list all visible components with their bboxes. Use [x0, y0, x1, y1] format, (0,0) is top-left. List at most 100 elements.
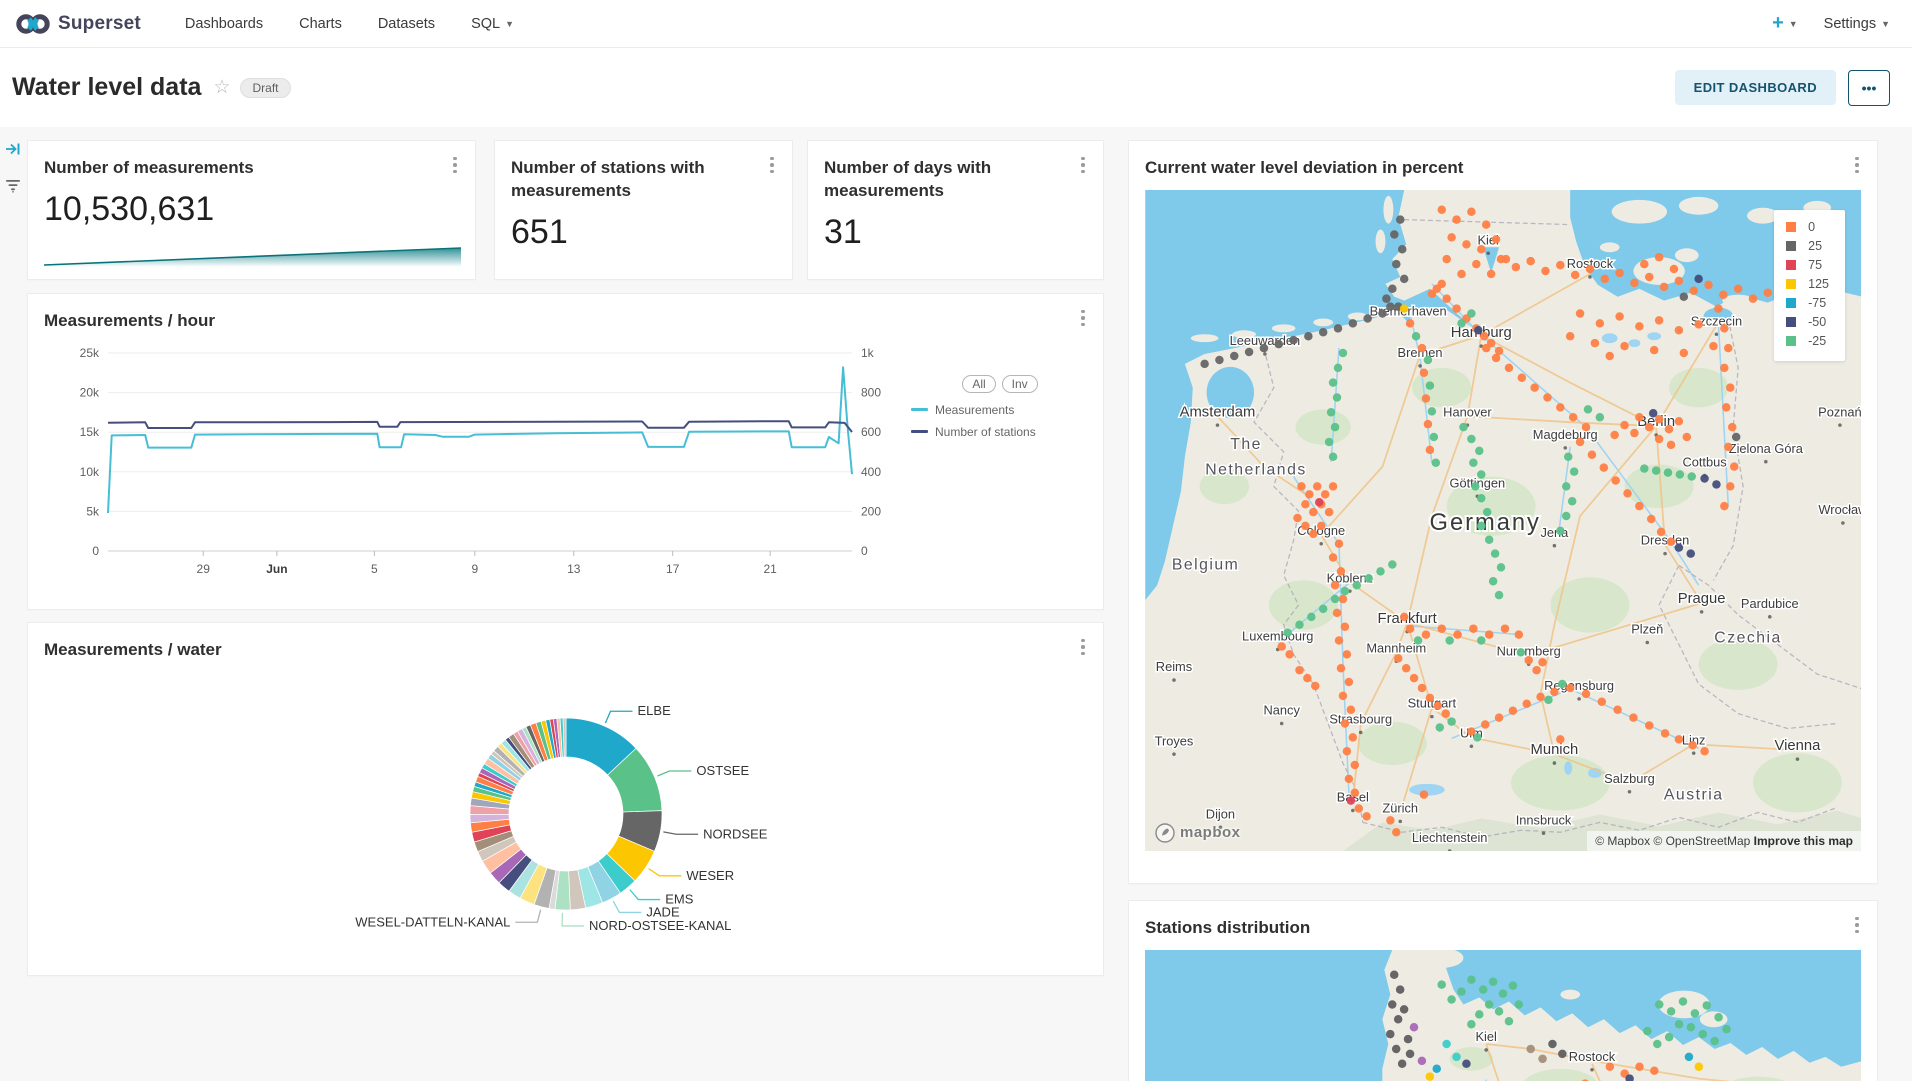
station-dot — [1734, 284, 1742, 292]
station-dot — [1378, 309, 1386, 317]
station-dot — [1343, 650, 1351, 658]
map-legend-entry[interactable]: -25 — [1786, 334, 1829, 348]
chevron-down-icon: ▼ — [1789, 19, 1798, 29]
legend-inv-button[interactable]: Inv — [1002, 375, 1038, 393]
legend-item[interactable]: Number of stations — [911, 425, 1089, 439]
station-dot — [1418, 344, 1426, 352]
station-dot — [1390, 230, 1398, 238]
y-axis-left-tick: 20k — [80, 386, 100, 400]
station-dot — [1475, 447, 1483, 455]
map-label: Rostock — [1569, 1049, 1616, 1064]
station-dot — [1728, 423, 1736, 431]
legend-item[interactable]: Measurements — [911, 403, 1089, 417]
kpi-value: 651 — [495, 213, 792, 252]
station-dot — [1334, 364, 1342, 372]
map-label: Vienna — [1775, 738, 1822, 754]
station-dot — [1652, 466, 1660, 474]
legend-all-button[interactable]: All — [962, 375, 995, 393]
map-legend-entry[interactable]: 25 — [1786, 239, 1829, 253]
station-dot — [1596, 319, 1604, 327]
station-dot — [1497, 255, 1505, 263]
chart-menu-kebab[interactable] — [1075, 308, 1091, 328]
more-options-button[interactable]: ••• — [1848, 70, 1890, 106]
station-dot — [1615, 312, 1623, 320]
chart-title: Current water level deviation in percent — [1145, 157, 1843, 180]
map-legend-entry[interactable]: -50 — [1786, 315, 1829, 329]
station-dot — [1392, 260, 1400, 268]
map-legend-entry[interactable]: 125 — [1786, 277, 1829, 291]
chart-title: Measurements / water — [44, 639, 1069, 662]
nav-item-datasets[interactable]: Datasets — [360, 0, 453, 48]
station-dot — [1600, 463, 1608, 471]
chart-menu-kebab[interactable] — [447, 155, 463, 175]
x-axis-tick: 17 — [666, 562, 680, 576]
chart-menu-kebab[interactable] — [764, 155, 780, 175]
chart-menu-kebab[interactable] — [1075, 155, 1091, 175]
x-axis-tick: 21 — [763, 562, 777, 576]
station-dot — [1566, 684, 1574, 692]
station-dot — [1428, 407, 1436, 415]
map-label: Prague — [1678, 591, 1726, 607]
station-dot — [1635, 413, 1643, 421]
settings-label: Settings — [1824, 16, 1876, 32]
chart-menu-kebab[interactable] — [1075, 637, 1091, 657]
station-dot — [1571, 271, 1579, 279]
legend-value-label: 0 — [1808, 220, 1815, 234]
expand-filter-bar-icon[interactable] — [5, 141, 21, 157]
nav-item-charts[interactable]: Charts — [281, 0, 360, 48]
map-label: Zielona Góra — [1729, 441, 1804, 456]
edit-dashboard-button[interactable]: EDIT DASHBOARD — [1675, 70, 1836, 105]
map-legend-entry[interactable]: -75 — [1786, 296, 1829, 310]
station-dot — [1362, 812, 1370, 820]
station-dot — [1655, 316, 1663, 324]
station-dot — [1442, 294, 1450, 302]
superset-logo[interactable]: Superset — [0, 13, 167, 35]
map-container[interactable]: LeeuwardenAmsterdamTheNetherlandsKielRos… — [1145, 190, 1861, 851]
station-dot — [1438, 624, 1446, 632]
station-dot — [1245, 348, 1253, 356]
status-badge: Draft — [240, 78, 290, 98]
chart-menu-kebab[interactable] — [1849, 915, 1865, 935]
station-dot — [1467, 975, 1476, 984]
y-axis-left-tick: 5k — [86, 504, 100, 518]
improve-map-link[interactable]: Improve this map — [1754, 834, 1853, 848]
filter-icon[interactable] — [5, 179, 21, 193]
station-dot — [1422, 630, 1430, 638]
station-dot — [1605, 352, 1613, 360]
station-dot — [1473, 733, 1481, 741]
legend-color-square — [1786, 317, 1796, 327]
station-dot — [1660, 283, 1668, 291]
station-dot — [1309, 530, 1317, 538]
station-dot — [1462, 1059, 1471, 1068]
station-dot — [1491, 549, 1499, 557]
station-dot — [1485, 1000, 1494, 1009]
map-legend-entry[interactable]: 0 — [1786, 220, 1829, 234]
station-dot — [1720, 502, 1728, 510]
station-dot — [1289, 336, 1297, 344]
station-dot — [1764, 288, 1772, 296]
map-legend-entry[interactable]: 75 — [1786, 258, 1829, 272]
station-dot — [1610, 431, 1618, 439]
settings-menu[interactable]: Settings ▼ — [1824, 16, 1890, 32]
favorite-star-icon[interactable]: ☆ — [213, 76, 230, 99]
new-item-button[interactable]: + ▼ — [1772, 12, 1798, 35]
map-label: Wrocław — [1818, 502, 1861, 517]
station-dot — [1620, 342, 1628, 350]
chart-menu-kebab[interactable] — [1849, 155, 1865, 175]
map-container[interactable]: KielRostock — [1145, 950, 1861, 1081]
station-dot — [1623, 489, 1631, 497]
station-dot — [1394, 1015, 1403, 1024]
station-dot — [1388, 284, 1396, 292]
station-dot — [1433, 284, 1441, 292]
station-dot — [1341, 719, 1349, 727]
nav-item-sql[interactable]: SQL ▼ — [453, 0, 532, 48]
station-dot — [1598, 697, 1606, 705]
station-dot — [1719, 290, 1727, 298]
nav-item-dashboards[interactable]: Dashboards — [167, 0, 281, 48]
station-dot — [1515, 630, 1523, 638]
chart-title: Stations distribution — [1145, 917, 1843, 940]
station-dot — [1452, 1053, 1461, 1062]
station-dot — [1495, 591, 1503, 599]
mapbox-logo[interactable]: mapbox — [1155, 823, 1241, 843]
station-dot — [1477, 494, 1485, 502]
